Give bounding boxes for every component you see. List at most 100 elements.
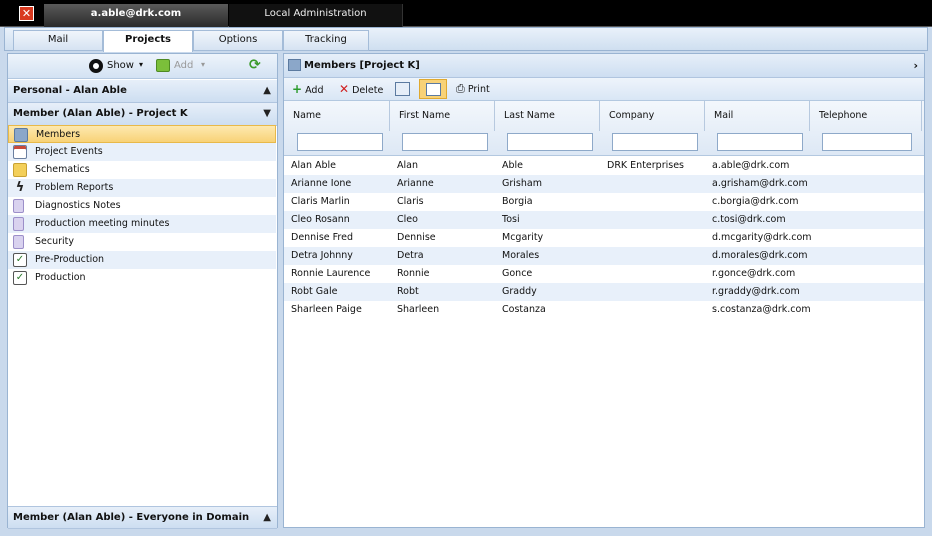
table-cell: r.gonce@drk.com <box>712 268 796 279</box>
add-label: Add <box>305 85 324 96</box>
add-button[interactable]: Add <box>174 60 193 71</box>
clipboard-icon: ✓ <box>13 271 27 285</box>
content-panel: Members [Project K] › + Add ✕ Delete ⎙ P… <box>283 53 925 528</box>
table-cell: Cleo Rosann <box>291 214 350 225</box>
column-header-telephone[interactable]: Telephone <box>810 101 922 131</box>
table-row[interactable]: Robt Gale Robt Graddy r.graddy@drk.com <box>284 283 924 301</box>
column-header-company[interactable]: Company <box>600 101 705 131</box>
chevron-down-icon[interactable]: ▾ <box>139 60 143 69</box>
table-cell: r.graddy@drk.com <box>712 286 800 297</box>
grid-body: Alan Able Alan Able DRK Enterprises a.able@d… <box>284 157 924 327</box>
table-cell: Tosi <box>502 214 520 225</box>
filter-input-name[interactable] <box>297 133 383 151</box>
plus-icon: + <box>292 82 303 96</box>
column-header-first-name[interactable]: First Name <box>390 101 495 131</box>
table-row[interactable]: Claris Marlin Claris Borgia c.borgia@drk.co… <box>284 193 924 211</box>
table-cell: Alan <box>397 160 418 171</box>
nav-item-label: Pre-Production <box>35 254 105 265</box>
nav-item-production[interactable]: ✓ Production <box>8 269 276 287</box>
module-tab-bar: Mail Projects Options Tracking <box>4 27 928 52</box>
chevron-down-icon[interactable]: ▾ <box>201 60 205 69</box>
note-icon <box>13 217 24 231</box>
nav-item-pre-production[interactable]: ✓ Pre-Production <box>8 251 276 269</box>
table-cell: Claris Marlin <box>291 196 350 207</box>
table-cell: a.grisham@drk.com <box>712 178 808 189</box>
clipboard-icon: ✓ <box>13 253 27 267</box>
nav-item-project-events[interactable]: Project Events <box>8 143 276 161</box>
grid-header: Name First Name Last Name Company Mail T… <box>284 101 924 156</box>
tab-local-administration[interactable]: Local Administration <box>229 4 403 27</box>
add-folder-icon <box>156 59 170 72</box>
column-header-last-name[interactable]: Last Name <box>495 101 600 131</box>
table-cell: Grisham <box>502 178 542 189</box>
tab-user-account[interactable]: a.able@drk.com <box>44 4 228 27</box>
lightning-icon: ϟ <box>15 180 25 195</box>
table-row[interactable]: Cleo Rosann Cleo Tosi c.tosi@drk.com <box>284 211 924 229</box>
delete-button[interactable]: ✕ Delete <box>339 81 389 98</box>
filter-input-mail[interactable] <box>717 133 803 151</box>
table-row[interactable]: Dennise Fred Dennise Mcgarity d.mcgarity@dr… <box>284 229 924 247</box>
section-title: Personal - Alan Able <box>13 85 127 96</box>
table-cell: Sharleen <box>397 304 440 315</box>
table-row[interactable]: Ronnie Laurence Ronnie Gonce r.gonce@drk.co… <box>284 265 924 283</box>
close-icon[interactable]: ✕ <box>19 6 34 21</box>
chevron-right-icon[interactable]: › <box>913 54 918 77</box>
chevron-down-icon[interactable]: ▼ <box>263 103 271 125</box>
print-label: Print <box>467 84 490 95</box>
table-cell: Arianne <box>397 178 434 189</box>
tab-mail[interactable]: Mail <box>13 30 103 51</box>
content-title: Members [Project K] <box>304 60 420 71</box>
nav-item-security[interactable]: Security <box>8 233 276 251</box>
layout-single-button[interactable] <box>419 79 447 99</box>
filter-input-last-name[interactable] <box>507 133 593 151</box>
table-row[interactable]: Detra Johnny Detra Morales d.morales@drk.co… <box>284 247 924 265</box>
table-cell: c.tosi@drk.com <box>712 214 786 225</box>
table-cell: Robt Gale <box>291 286 338 297</box>
column-header-name[interactable]: Name <box>284 101 390 131</box>
column-header-mail[interactable]: Mail <box>705 101 810 131</box>
nav-item-production-meeting-minutes[interactable]: Production meeting minutes <box>8 215 276 233</box>
tab-projects[interactable]: Projects <box>103 30 193 52</box>
table-row[interactable]: Arianne Ione Arianne Grisham a.grisham@drk.… <box>284 175 924 193</box>
navigation-panel: Show ▾ Add ▾ ⟳ Personal - Alan Able ▲ Me… <box>7 53 278 529</box>
tab-options[interactable]: Options <box>193 30 283 51</box>
everyone-section-header[interactable]: Member (Alan Able) - Everyone in Domain … <box>8 506 277 529</box>
content-toolbar: + Add ✕ Delete ⎙ Print <box>284 78 924 101</box>
nav-item-label: Problem Reports <box>35 182 114 193</box>
table-cell: Dennise Fred <box>291 232 354 243</box>
personal-section-header[interactable]: Personal - Alan Able ▲ <box>8 80 277 103</box>
table-cell: Detra <box>397 250 424 261</box>
chevron-up-icon[interactable]: ▲ <box>263 80 271 102</box>
table-cell: Cleo <box>397 214 418 225</box>
chevron-up-icon[interactable]: ▲ <box>263 507 271 529</box>
add-button[interactable]: + Add <box>292 81 334 98</box>
refresh-icon[interactable]: ⟳ <box>249 57 261 73</box>
content-header: Members [Project K] › <box>284 54 924 78</box>
table-cell: Borgia <box>502 196 533 207</box>
table-cell: Arianne Ione <box>291 178 352 189</box>
table-cell: Dennise <box>397 232 436 243</box>
table-row[interactable]: Sharleen Paige Sharleen Costanza s.costanza… <box>284 301 924 319</box>
nav-item-diagnostics-notes[interactable]: Diagnostics Notes <box>8 197 276 215</box>
table-row[interactable]: Alan Able Alan Able DRK Enterprises a.able@d… <box>284 157 924 175</box>
section-title: Member (Alan Able) - Everyone in Domain <box>13 512 250 523</box>
filter-input-first-name[interactable] <box>402 133 488 151</box>
delete-label: Delete <box>352 85 384 96</box>
table-cell: Ronnie <box>397 268 430 279</box>
print-button[interactable]: ⎙ Print <box>456 81 501 98</box>
tab-tracking[interactable]: Tracking <box>283 30 369 51</box>
nav-item-schematics[interactable]: Schematics <box>8 161 276 179</box>
members-icon <box>14 128 28 142</box>
filter-input-telephone[interactable] <box>822 133 912 151</box>
table-cell: Sharleen Paige <box>291 304 362 315</box>
nav-item-label: Security <box>35 236 75 247</box>
folder-icon <box>13 163 27 177</box>
member-section-header[interactable]: Member (Alan Able) - Project K ▼ <box>8 103 277 126</box>
layout-split-icon[interactable] <box>395 82 410 96</box>
nav-item-problem-reports[interactable]: ϟ Problem Reports <box>8 179 276 197</box>
note-icon <box>13 235 24 249</box>
filter-input-company[interactable] <box>612 133 698 151</box>
nav-item-members[interactable]: Members <box>8 125 276 143</box>
nav-item-label: Production <box>35 272 86 283</box>
show-button[interactable]: Show <box>107 60 134 71</box>
